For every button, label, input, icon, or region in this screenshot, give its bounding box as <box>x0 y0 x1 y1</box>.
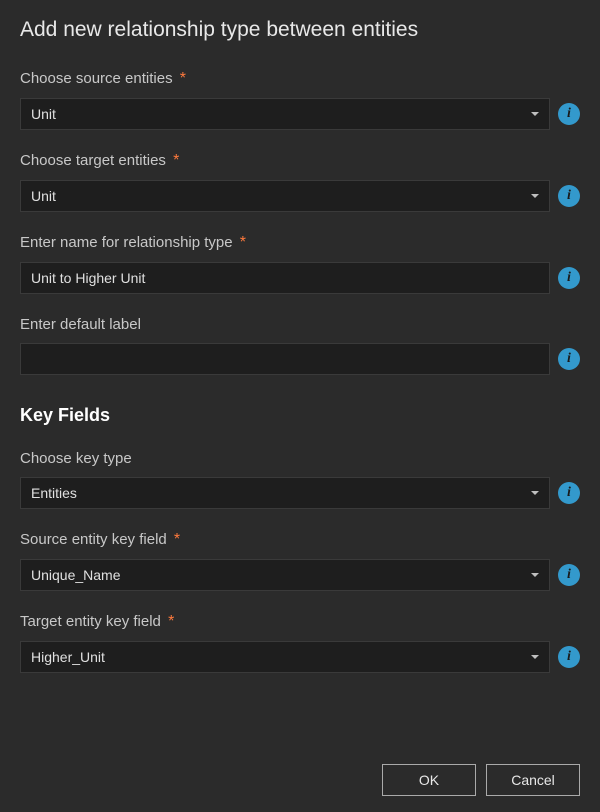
target-key-field-value: Higher_Unit <box>31 649 105 665</box>
add-relationship-dialog: Add new relationship type between entiti… <box>0 0 600 812</box>
source-key-field-input-row: Unique_Name i <box>20 559 580 591</box>
default-label-input[interactable] <box>31 344 539 374</box>
source-entities-group: Choose source entities * Unit i <box>20 70 580 130</box>
chevron-down-icon <box>531 655 539 659</box>
info-icon[interactable]: i <box>558 348 580 370</box>
source-key-field-label: Source entity key field <box>20 531 167 548</box>
target-entities-value: Unit <box>31 188 56 204</box>
relationship-name-input[interactable] <box>31 263 539 293</box>
source-key-field-dropdown[interactable]: Unique_Name <box>20 559 550 591</box>
required-marker: * <box>168 613 174 630</box>
required-marker: * <box>174 531 180 548</box>
source-key-field-value: Unique_Name <box>31 567 121 583</box>
chevron-down-icon <box>531 194 539 198</box>
key-type-group: Choose key type Entities i <box>20 450 580 509</box>
relationship-name-input-row: i <box>20 262 580 294</box>
source-key-field-label-row: Source entity key field * <box>20 531 580 549</box>
relationship-name-label: Enter name for relationship type <box>20 234 233 251</box>
target-key-field-label-row: Target entity key field * <box>20 613 580 631</box>
target-entities-dropdown[interactable]: Unit <box>20 180 550 212</box>
default-label-label-row: Enter default label <box>20 316 580 333</box>
target-key-field-label: Target entity key field <box>20 613 161 630</box>
key-type-label: Choose key type <box>20 450 132 467</box>
target-key-field-input-row: Higher_Unit i <box>20 641 580 673</box>
default-label-input-row: i <box>20 343 580 375</box>
info-icon[interactable]: i <box>558 103 580 125</box>
target-key-field-group: Target entity key field * Higher_Unit i <box>20 613 580 673</box>
target-entities-input-row: Unit i <box>20 180 580 212</box>
required-marker: * <box>240 234 246 251</box>
chevron-down-icon <box>531 573 539 577</box>
key-type-value: Entities <box>31 485 77 501</box>
target-entities-group: Choose target entities * Unit i <box>20 152 580 212</box>
relationship-name-label-row: Enter name for relationship type * <box>20 234 580 252</box>
info-icon[interactable]: i <box>558 185 580 207</box>
relationship-name-group: Enter name for relationship type * i <box>20 234 580 294</box>
button-bar: OK Cancel <box>20 750 580 796</box>
key-type-dropdown[interactable]: Entities <box>20 477 550 509</box>
chevron-down-icon <box>531 112 539 116</box>
source-entities-label-row: Choose source entities * <box>20 70 580 88</box>
key-type-label-row: Choose key type <box>20 450 580 467</box>
cancel-button[interactable]: Cancel <box>486 764 580 796</box>
source-entities-input-row: Unit i <box>20 98 580 130</box>
target-entities-label-row: Choose target entities * <box>20 152 580 170</box>
default-label-label: Enter default label <box>20 316 141 333</box>
info-icon[interactable]: i <box>558 267 580 289</box>
source-entities-dropdown[interactable]: Unit <box>20 98 550 130</box>
dialog-title: Add new relationship type between entiti… <box>20 18 580 42</box>
target-key-field-dropdown[interactable]: Higher_Unit <box>20 641 550 673</box>
source-key-field-group: Source entity key field * Unique_Name i <box>20 531 580 591</box>
default-label-group: Enter default label i <box>20 316 580 375</box>
required-marker: * <box>180 70 186 87</box>
info-icon[interactable]: i <box>558 482 580 504</box>
chevron-down-icon <box>531 491 539 495</box>
source-entities-label: Choose source entities <box>20 70 173 87</box>
info-icon[interactable]: i <box>558 646 580 668</box>
key-type-input-row: Entities i <box>20 477 580 509</box>
default-label-input-wrapper <box>20 343 550 375</box>
info-icon[interactable]: i <box>558 564 580 586</box>
target-entities-label: Choose target entities <box>20 152 166 169</box>
ok-button[interactable]: OK <box>382 764 476 796</box>
relationship-name-input-wrapper <box>20 262 550 294</box>
source-entities-value: Unit <box>31 106 56 122</box>
key-fields-header: Key Fields <box>20 405 580 426</box>
required-marker: * <box>173 152 179 169</box>
